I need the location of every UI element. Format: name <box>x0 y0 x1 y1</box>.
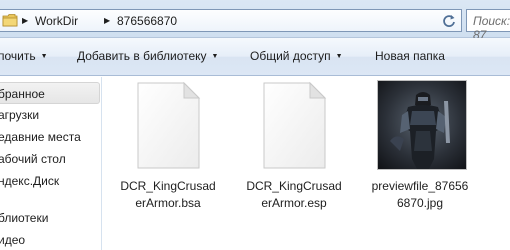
file-item[interactable]: previewfile_87656 6870.jpg <box>369 80 471 215</box>
search-input[interactable]: Поиск: 87 <box>466 9 510 42</box>
image-thumbnail <box>377 80 467 170</box>
refresh-icon[interactable] <box>441 13 457 29</box>
new-folder-button[interactable]: Новая папка <box>375 49 445 63</box>
file-name: DCR_KingCrusad erArmor.esp <box>243 178 345 212</box>
organize-label: почить <box>0 49 36 63</box>
address-strip: ▶ WorkDir ▶ 876566870 Поиск: 87 <box>0 0 510 42</box>
organize-button[interactable]: почить ▼ <box>0 49 48 63</box>
share-label: Общий доступ <box>250 49 331 63</box>
nav-item-desktop[interactable]: абочий стол <box>0 148 100 170</box>
add-to-library-label: Добавить в библиотеку <box>77 49 207 63</box>
add-to-library-button[interactable]: Добавить в библиотеку ▼ <box>77 49 218 63</box>
file-item[interactable]: DCR_KingCrusad erArmor.esp <box>243 80 345 215</box>
command-bar: почить ▼ Добавить в библиотеку ▼ Общий дос… <box>0 38 510 76</box>
nav-item-label: ндекс.Диск <box>0 174 60 188</box>
file-name: previewfile_87656 6870.jpg <box>369 178 471 212</box>
breadcrumb-workdir[interactable]: WorkDir <box>35 14 78 28</box>
nav-item-label: блиотеки <box>0 211 49 225</box>
nav-item-label: агрузки <box>0 108 40 122</box>
nav-item-label: едавние места <box>0 130 81 144</box>
dropdown-arrow-icon: ▼ <box>335 53 343 60</box>
file-name-line: DCR_KingCrusad <box>246 179 342 193</box>
file-item[interactable]: DCR_KingCrusad erArmor.bsa <box>117 80 219 215</box>
dropdown-arrow-icon: ▼ <box>40 53 48 60</box>
file-name: DCR_KingCrusad erArmor.bsa <box>117 178 219 212</box>
nav-item-yandex-disk[interactable]: ндекс.Диск <box>0 170 100 192</box>
file-name-line: erArmor.bsa <box>135 196 201 210</box>
navigation-pane: бранное агрузки едавние места абочий сто… <box>0 77 102 250</box>
dropdown-arrow-icon: ▼ <box>211 53 219 60</box>
nav-item-label: идео <box>0 233 26 247</box>
nav-item-libraries[interactable]: блиотеки <box>0 207 100 229</box>
address-bar[interactable]: ▶ WorkDir ▶ 876566870 <box>0 9 462 32</box>
share-button[interactable]: Общий доступ ▼ <box>250 49 343 63</box>
nav-item-favorites[interactable]: бранное <box>0 82 100 104</box>
nav-item-downloads[interactable]: агрузки <box>0 104 100 126</box>
file-name-line: DCR_KingCrusad <box>120 179 216 193</box>
chevron-right-icon[interactable]: ▶ <box>104 16 110 25</box>
file-name-line: erArmor.esp <box>261 196 327 210</box>
nav-item-label: абочий стол <box>0 152 66 166</box>
nav-item-recent-places[interactable]: едавние места <box>0 126 100 148</box>
breadcrumb-current-folder[interactable]: 876566870 <box>117 14 177 28</box>
file-name-line: previewfile_87656 <box>371 179 469 193</box>
chevron-right-icon[interactable]: ▶ <box>22 16 28 25</box>
blank-file-icon <box>243 80 345 170</box>
nav-item-video[interactable]: идео <box>0 229 100 250</box>
folder-icon <box>2 14 18 27</box>
blank-file-icon <box>117 80 219 170</box>
file-name-line: 6870.jpg <box>396 196 444 210</box>
nav-item-label: бранное <box>0 87 45 101</box>
